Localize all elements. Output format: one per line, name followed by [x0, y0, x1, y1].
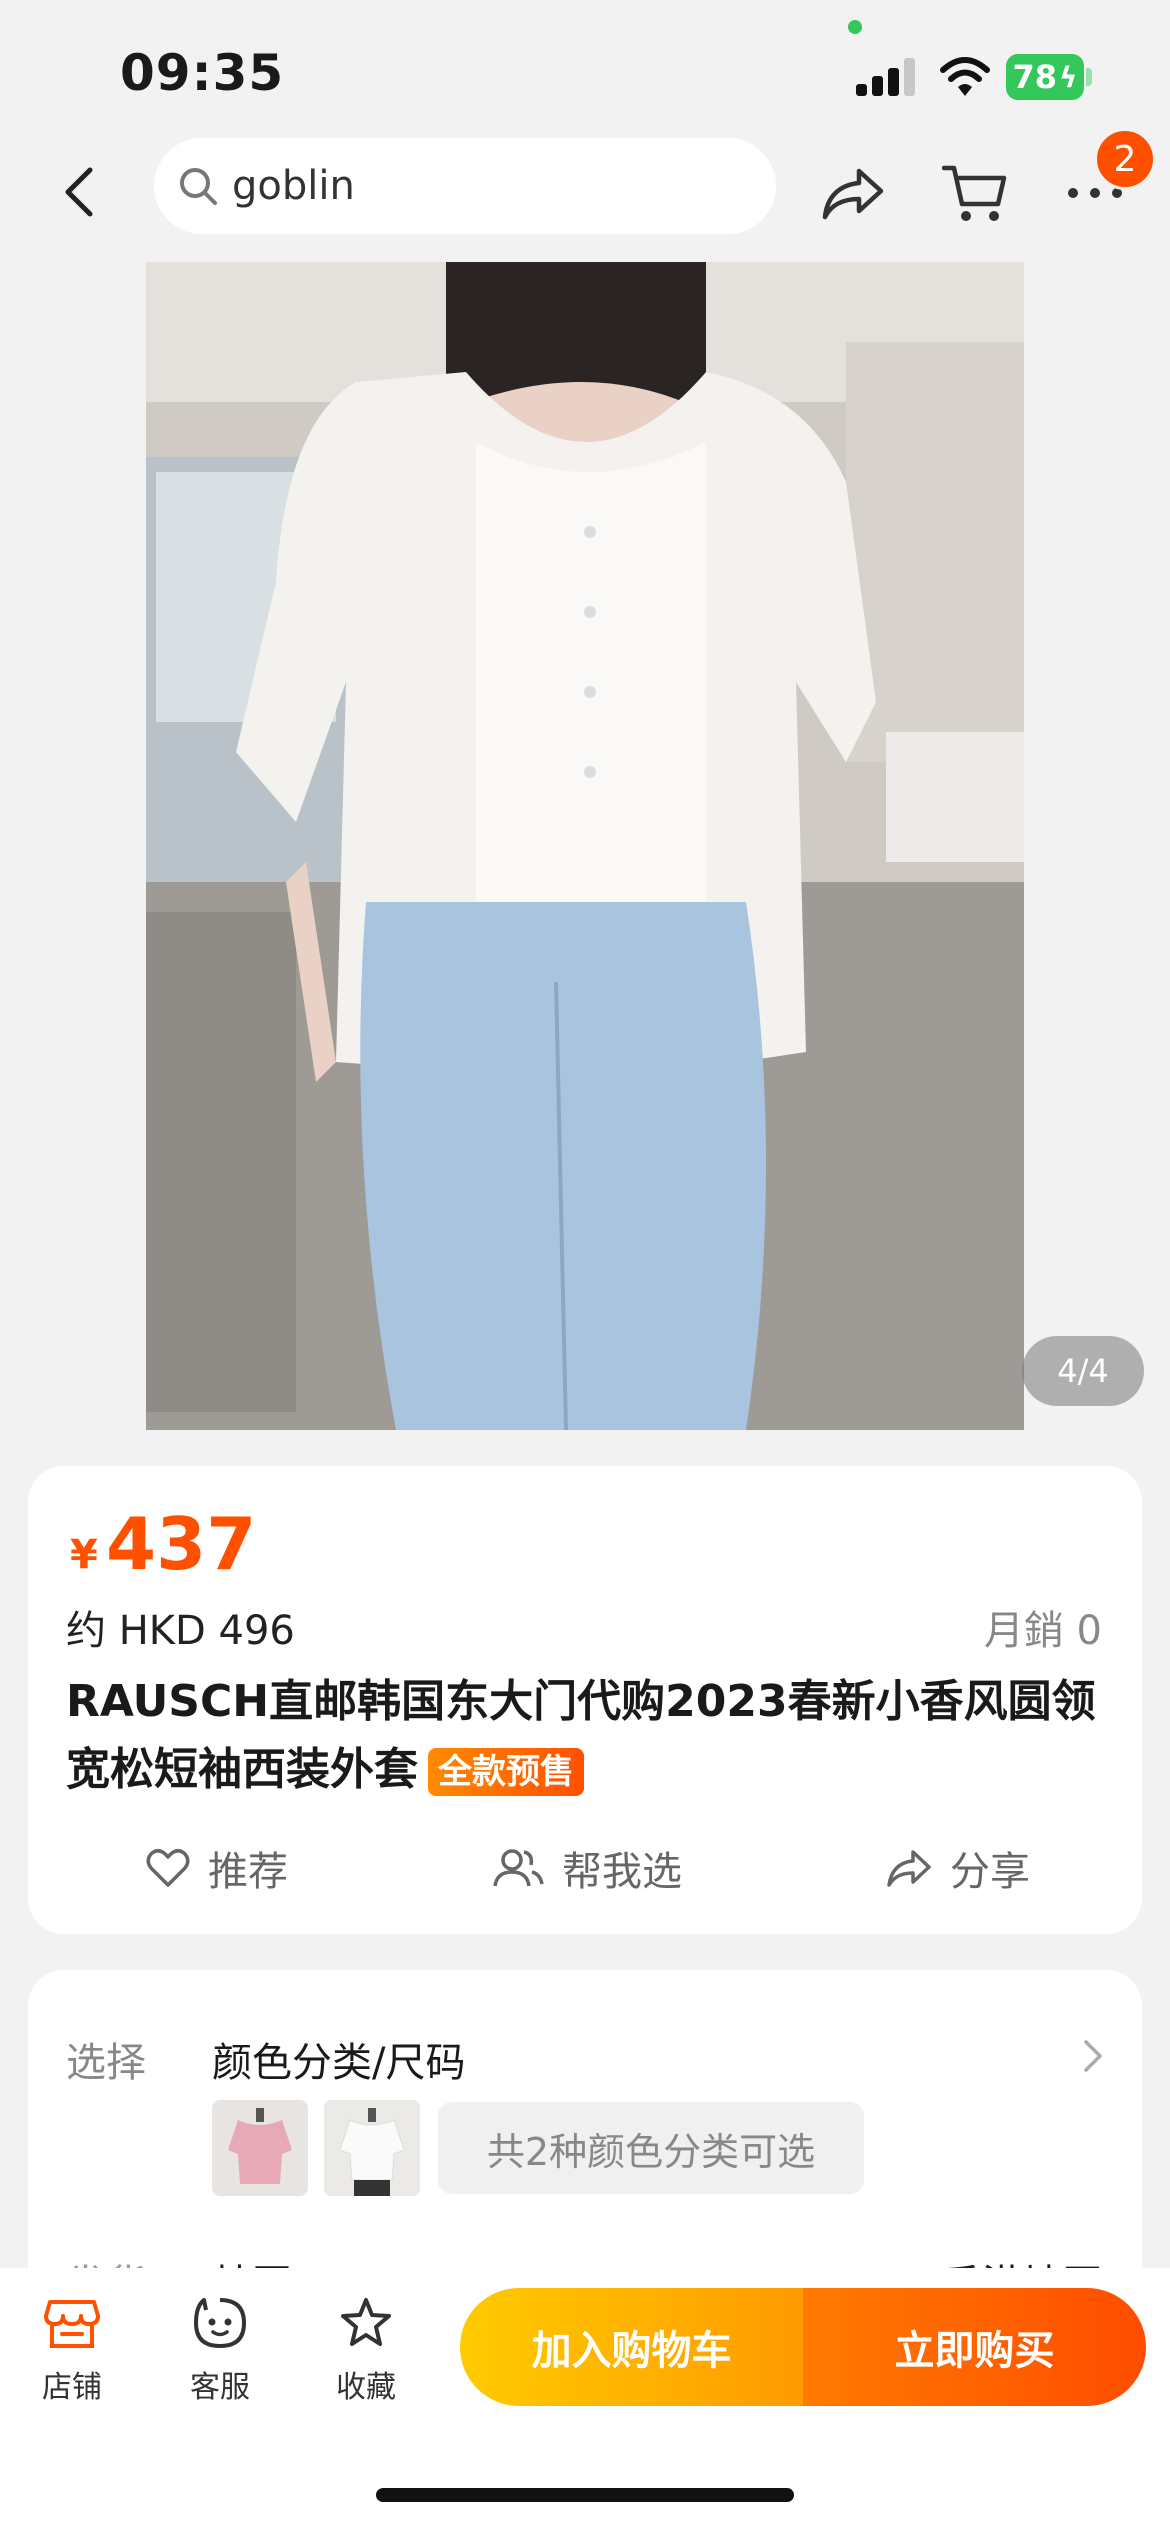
- recommend-button[interactable]: 推荐: [146, 1836, 288, 1900]
- buy-now-button[interactable]: 立即购买: [803, 2288, 1146, 2406]
- status-time: 09:35: [120, 44, 285, 102]
- chevron-left-icon: [65, 167, 93, 217]
- favorite-label: 收藏: [336, 2370, 396, 2405]
- battery-level: 78: [1012, 58, 1058, 96]
- help-choose-label: 帮我选: [562, 1849, 682, 1895]
- product-photo-illustration: [146, 262, 1024, 1430]
- customer-service-label: 客服: [190, 2370, 250, 2405]
- customer-service-tab[interactable]: 客服: [160, 2296, 280, 2406]
- share-label: 分享: [950, 1849, 1030, 1895]
- privacy-indicator-dot: [848, 20, 862, 34]
- chat-face-icon: [194, 2298, 246, 2348]
- share-arrow-icon: [887, 1850, 931, 1887]
- variant-thumbnail-pink[interactable]: [212, 2100, 308, 2196]
- recommend-label: 推荐: [208, 1849, 288, 1895]
- people-icon: [493, 1849, 544, 1887]
- share-product-button[interactable]: 分享: [886, 1836, 1030, 1900]
- favorite-tab[interactable]: 收藏: [306, 2296, 426, 2406]
- help-choose-button[interactable]: 帮我选: [492, 1836, 682, 1900]
- variant-thumbnail-white[interactable]: [324, 2100, 420, 2196]
- store-label: 店铺: [42, 2370, 102, 2405]
- charging-icon: ϟ: [1059, 60, 1078, 94]
- home-indicator[interactable]: [376, 2488, 794, 2502]
- approx-price: 约 HKD 496: [66, 1608, 295, 1654]
- back-button[interactable]: [50, 160, 106, 224]
- purchase-buttons: 加入购物车 立即购买: [460, 2288, 1146, 2406]
- cart-button[interactable]: [938, 156, 1012, 230]
- image-counter: 4/4: [1022, 1336, 1144, 1406]
- presale-tag: 全款预售: [428, 1748, 584, 1796]
- cart-badge: 2: [1094, 128, 1156, 190]
- cellular-signal-icon: [856, 58, 918, 96]
- monthly-sales: 月銷 0: [983, 1608, 1102, 1654]
- search-icon: [180, 168, 217, 205]
- share-button[interactable]: [816, 156, 890, 230]
- store-tab[interactable]: 店铺: [12, 2296, 132, 2406]
- search-input[interactable]: [230, 162, 754, 210]
- cart-icon: [942, 165, 1007, 221]
- add-to-cart-button[interactable]: 加入购物车: [460, 2288, 803, 2406]
- heart-icon: [146, 1849, 190, 1887]
- sku-label: 选择: [66, 2040, 146, 2086]
- star-icon: [341, 2298, 391, 2346]
- variants-note[interactable]: 共2种颜色分类可选: [438, 2102, 864, 2194]
- share-arrow-icon: [822, 168, 884, 220]
- currency-symbol: ¥: [70, 1532, 98, 1578]
- battery-cap: [1086, 68, 1092, 86]
- wifi-icon: [940, 57, 990, 96]
- product-image[interactable]: [146, 262, 1024, 1430]
- sku-title: 颜色分类/尺码: [212, 2040, 466, 2086]
- battery-indicator: 78 ϟ: [1006, 54, 1084, 100]
- product-price: 437: [106, 1502, 257, 1586]
- product-title-block: RAUSCH直邮韩国东大门代购2023春新小香风圆领宽松短袖西装外套 全款预售: [66, 1668, 1106, 1804]
- store-icon: [44, 2300, 100, 2348]
- search-bar[interactable]: [154, 138, 776, 234]
- chevron-right-icon: [1084, 2040, 1102, 2072]
